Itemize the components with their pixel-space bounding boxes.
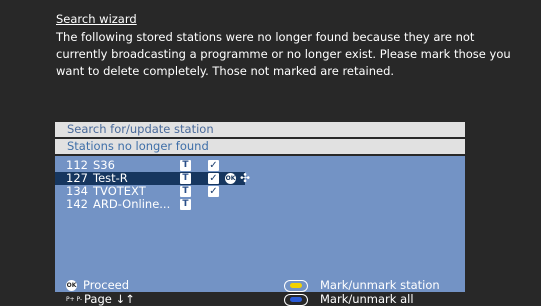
station-number: 142 [66,197,88,211]
stations-not-found-header: Stations no longer found [55,139,465,154]
mark-station-label: Mark/unmark station [320,278,440,292]
checkbox-icon[interactable]: ✓ [208,186,219,197]
proceed-hint: OK Proceed [66,278,129,292]
screen: Search wizard The following stored stati… [0,0,541,306]
teletext-icon: T [180,173,191,184]
station-name: ARD-Online... [93,197,171,211]
checkbox-icon[interactable]: ✓ [208,160,219,171]
search-update-station-button[interactable]: Search for/update station [55,122,465,137]
teletext-icon: T [180,186,191,197]
page-hint: P+ P- Page ↓↑ [66,292,135,306]
teletext-icon: T [180,160,191,171]
page-label: Page ↓↑ [84,292,135,306]
checkbox-icon[interactable]: ✓ [208,173,219,184]
station-list: 112 S36 T ✓ 127 Test-R T ✓ OK ✣ 134 TVOT… [55,156,465,292]
move-arrows-icon: ✣ [240,171,251,185]
stations-panel: Search for/update station Stations no lo… [55,122,465,292]
yellow-key-icon [284,279,308,292]
page-keys-icon: P+ P- [66,295,83,303]
teletext-icon: T [180,199,191,210]
mark-all-hint: Mark/unmark all [284,292,414,306]
ok-icon: OK [225,173,236,184]
proceed-label: Proceed [83,278,130,292]
blue-key-icon [284,293,308,306]
wizard-title: Search wizard [56,12,137,26]
ok-button-icon: OK [66,280,77,291]
mark-station-hint: Mark/unmark station [284,278,440,292]
mark-all-label: Mark/unmark all [320,292,414,306]
wizard-intro-text: The following stored stations were no lo… [56,30,511,78]
list-item[interactable]: 142 ARD-Online... T [55,198,465,211]
